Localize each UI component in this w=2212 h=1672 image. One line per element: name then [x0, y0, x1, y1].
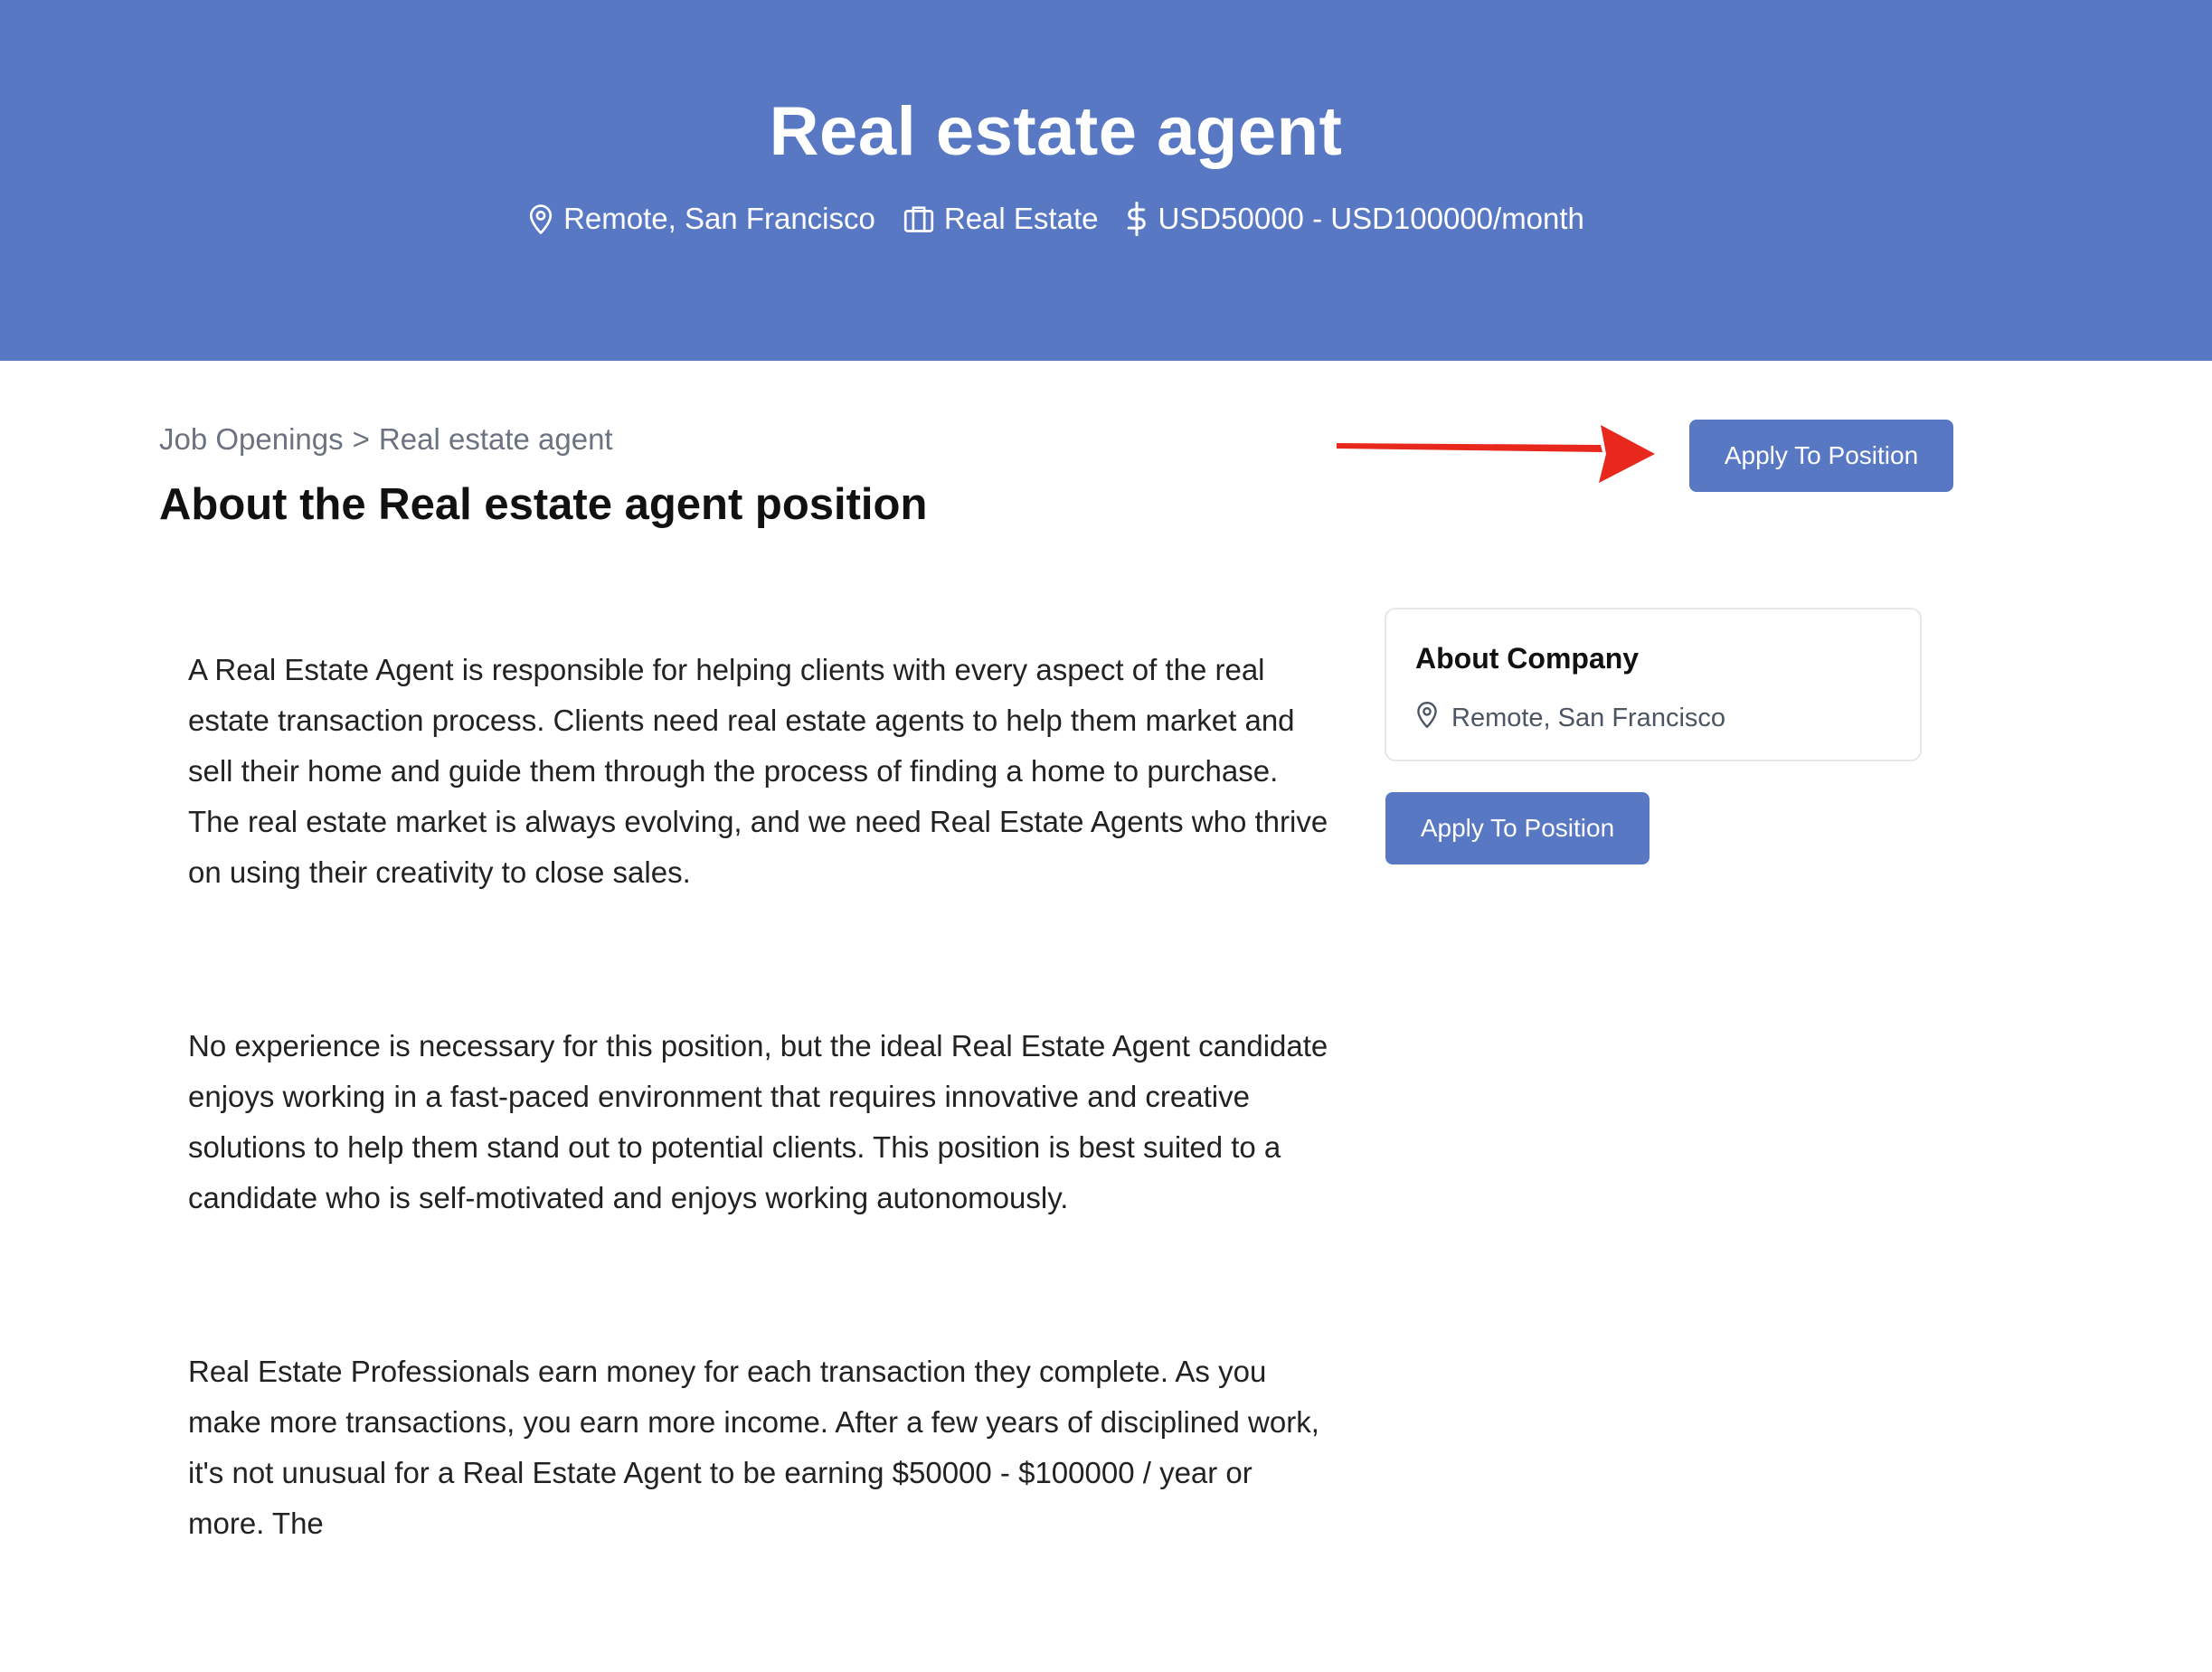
job-header: Real estate agent Remote, San Francisco …: [0, 0, 2212, 361]
job-category: Real Estate: [903, 202, 1099, 236]
apply-to-position-button-top[interactable]: Apply To Position: [1689, 420, 1953, 492]
description-paragraph: A Real Estate Agent is responsible for h…: [188, 653, 1328, 889]
position-heading: About the Real estate agent position: [159, 480, 928, 529]
map-pin-icon: [527, 203, 554, 235]
red-arrow-icon: [1329, 418, 1655, 491]
job-salary: USD50000 - USD100000/month: [1125, 202, 1584, 236]
job-title: Real estate agent: [769, 93, 1343, 170]
breadcrumb-separator: >: [352, 422, 370, 456]
description-paragraph: No experience is necessary for this posi…: [188, 1029, 1328, 1214]
briefcase-icon: [903, 204, 935, 233]
breadcrumb-current: Real estate agent: [378, 422, 613, 456]
about-company-card: About Company Remote, San Francisco: [1385, 608, 1922, 761]
job-location-text: Remote, San Francisco: [563, 202, 875, 235]
company-location-text: Remote, San Francisco: [1451, 703, 1726, 732]
description-paragraph: Real Estate Professionals earn money for…: [188, 1355, 1319, 1540]
job-category-text: Real Estate: [943, 202, 1099, 235]
job-description: A Real Estate Agent is responsible for h…: [188, 645, 1337, 1672]
company-location: Remote, San Francisco: [1415, 700, 1725, 736]
map-pin-icon: [1415, 700, 1439, 736]
dollar-icon: [1125, 202, 1149, 236]
apply-to-position-button-side[interactable]: Apply To Position: [1385, 792, 1650, 864]
job-meta: Remote, San Francisco Real Estate USD500…: [0, 202, 2112, 236]
job-salary-text: USD50000 - USD100000/month: [1158, 202, 1584, 235]
job-location: Remote, San Francisco: [527, 202, 875, 236]
breadcrumb-job-openings[interactable]: Job Openings: [159, 422, 344, 457]
company-card-title: About Company: [1415, 642, 1640, 675]
breadcrumb: Job Openings > Real estate agent: [159, 422, 613, 457]
